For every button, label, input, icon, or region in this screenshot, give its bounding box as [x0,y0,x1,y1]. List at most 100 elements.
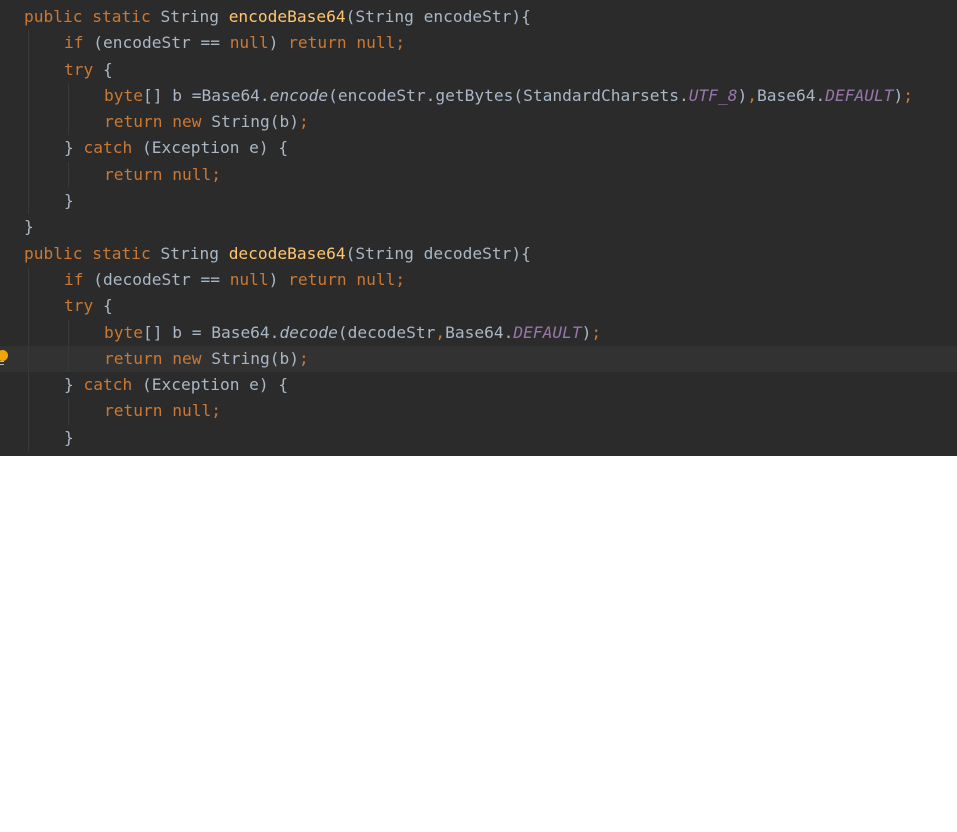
code-line-text: if (decodeStr == null) return null; [64,267,405,293]
indent-guide [68,82,69,110]
indent-guide [28,56,29,83]
indent-guide [28,424,29,452]
indent-guide [28,82,29,110]
indent-guide [28,109,29,136]
indent-guide [28,372,29,399]
code-token: ) [737,85,748,105]
code-token: { [93,296,113,316]
code-token: null; [356,33,406,53]
code-token: } [64,138,84,158]
code-token: if [64,269,84,289]
code-line[interactable]: } [0,188,957,215]
code-line[interactable]: return null; [0,398,957,425]
code-token: Base64. [445,322,514,342]
code-line-text: try { [64,293,113,319]
code-line[interactable]: } catch (Exception e) { [0,372,957,399]
code-line-text: return new String(b); [104,346,309,372]
code-line[interactable]: return new String(b); [0,345,957,373]
code-line-text: } [64,425,74,451]
code-token: , [747,85,757,105]
code-line[interactable]: } [0,214,957,240]
code-token: encodeBase64 [228,7,346,26]
code-token: public [24,7,83,26]
code-token: String(b) [201,348,299,368]
code-line-text: } catch (Exception e) { [64,372,288,398]
code-line[interactable]: byte[] b =Base64.encode(encodeStr.getByt… [0,82,957,110]
code-token: DEFAULT [825,85,894,105]
code-token: [] b =Base64. [142,85,270,105]
code-token: return [104,401,163,421]
code-token: (String decodeStr){ [345,243,531,263]
code-token: return [104,112,163,132]
code-line-text: if (encodeStr == null) return null; [64,30,405,56]
code-line-text: public static String decodeBase64(String… [24,241,531,267]
code-token: String [150,243,229,263]
code-token: String [150,7,229,26]
code-line[interactable]: public static String decodeBase64(String… [0,241,957,267]
indent-guide [68,319,69,346]
code-token: null; [172,164,221,184]
code-token: String(b) [201,112,299,132]
indent-guide [28,135,29,162]
lightbulb-icon[interactable] [0,349,9,368]
code-token: (encodeStr == [83,33,230,53]
code-token: byte [104,85,143,105]
code-line[interactable]: try { [0,293,957,320]
code-line[interactable]: } [0,424,957,452]
code-line-text: public static String encodeBase64(String… [24,4,531,30]
code-token: ; [903,85,913,105]
code-area[interactable]: public static String encodeBase64 (String… [0,4,957,452]
code-token: (Exception e) { [132,375,289,395]
indent-guide [68,161,69,189]
code-token: null; [356,269,406,289]
code-token: [] b = Base64. [142,322,280,342]
indent-guide [68,345,69,373]
code-line-text: } catch (Exception e) { [64,135,288,161]
code-token: ) [893,85,904,105]
code-editor[interactable]: public static String encodeBase64 (String… [0,0,957,456]
indent-guide [28,188,29,215]
code-token: return [104,164,163,184]
code-line[interactable]: return new String(b); [0,109,957,136]
code-line[interactable]: byte[] b = Base64.decode(decodeStr,Base6… [0,319,957,346]
code-token: (decodeStr [337,322,436,342]
indent-guide [28,293,29,320]
code-line-text: return new String(b); [104,109,309,135]
code-token: ) [268,269,289,289]
code-token: ; [298,112,309,132]
code-token: Base64. [757,85,826,105]
code-token: return [288,269,347,289]
code-line-text: byte[] b = Base64.decode(decodeStr,Base6… [104,320,601,346]
code-token: static [92,243,151,263]
code-line[interactable]: return null; [0,161,957,189]
indent-guide [28,345,29,373]
code-token: public [24,243,83,263]
code-token: ; [591,322,602,342]
indent-guide [28,398,29,425]
code-line[interactable]: } catch (Exception e) { [0,135,957,162]
code-line[interactable]: if (encodeStr == null) return null; [0,30,957,57]
code-token: static [92,7,151,26]
code-token: } [64,427,74,447]
code-token: byte [104,322,143,342]
code-line[interactable]: if (decodeStr == null) return null; [0,266,957,294]
code-token: ) [268,33,289,53]
code-line[interactable]: try { [0,56,957,83]
code-token: new [172,348,202,368]
code-token: (decodeStr == [83,269,230,289]
code-line[interactable]: public static String encodeBase64(String… [0,4,957,30]
code-token: decodeBase64 [228,243,346,263]
indent-guide [68,109,69,136]
code-token: return [104,348,163,368]
code-token: catch [83,375,133,395]
code-token: { [93,59,113,79]
code-token: UTF_8 [688,85,738,105]
